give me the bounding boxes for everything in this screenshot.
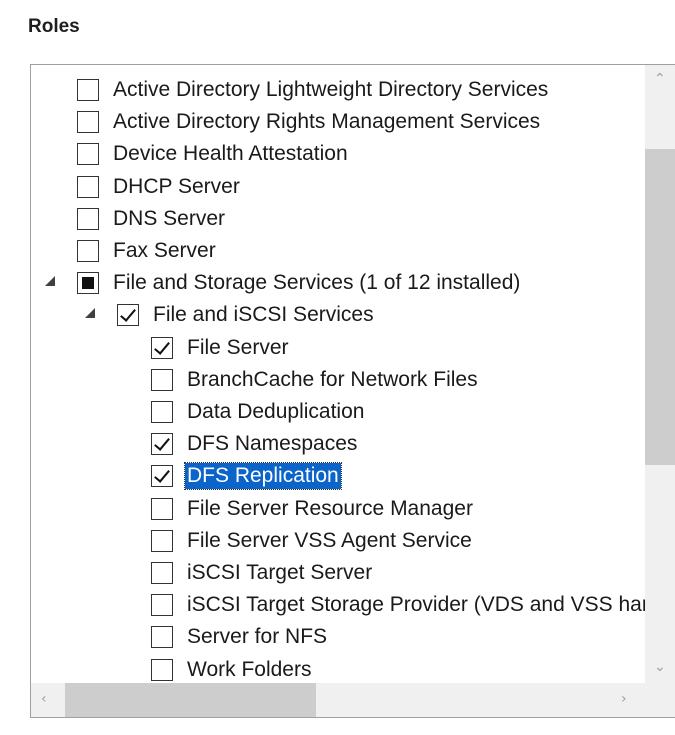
expand-collapse-icon[interactable] xyxy=(45,276,55,287)
expand-collapse-icon[interactable] xyxy=(85,308,95,319)
role-row[interactable]: Fax Server xyxy=(31,236,645,268)
role-checkbox[interactable] xyxy=(77,79,99,101)
role-row[interactable]: Work Folders xyxy=(31,655,645,683)
horizontal-scroll-thumb[interactable] xyxy=(65,683,316,717)
role-checkbox[interactable] xyxy=(151,562,173,584)
role-row[interactable]: Active Directory Lightweight Directory S… xyxy=(31,75,645,107)
role-row[interactable]: File Server Resource Manager xyxy=(31,494,645,526)
role-checkbox[interactable] xyxy=(77,207,99,230)
role-row[interactable]: Active Directory Rights Management Servi… xyxy=(31,107,645,139)
role-row[interactable]: DFS Replication xyxy=(31,461,645,493)
role-checkbox[interactable] xyxy=(151,497,173,520)
role-label[interactable]: Active Directory Rights Management Servi… xyxy=(113,109,540,135)
role-checkbox[interactable] xyxy=(151,465,173,488)
role-label[interactable]: iSCSI Target Storage Provider (VDS and V… xyxy=(187,592,645,618)
role-checkbox[interactable] xyxy=(77,111,99,134)
role-checkbox[interactable] xyxy=(77,240,99,262)
role-label[interactable]: Data Deduplication xyxy=(187,399,364,425)
role-checkbox[interactable] xyxy=(151,401,173,423)
role-label[interactable]: DFS Replication xyxy=(184,462,342,491)
role-checkbox[interactable] xyxy=(151,336,173,359)
role-label[interactable]: Fax Server xyxy=(113,238,216,264)
role-row[interactable]: iSCSI Target Server xyxy=(31,558,645,590)
role-checkbox[interactable] xyxy=(77,272,99,295)
role-row[interactable]: File Server xyxy=(31,333,645,365)
roles-tree-list[interactable]: Active Directory Lightweight Directory S… xyxy=(30,64,675,718)
role-label[interactable]: File and Storage Services (1 of 12 insta… xyxy=(113,270,520,296)
role-checkbox[interactable] xyxy=(151,433,173,456)
role-checkbox[interactable] xyxy=(151,368,173,391)
role-checkbox[interactable] xyxy=(77,175,99,198)
role-label[interactable]: Active Directory Lightweight Directory S… xyxy=(113,77,548,103)
role-row[interactable]: Device Health Attestation xyxy=(31,139,645,171)
role-label[interactable]: File and iSCSI Services xyxy=(153,302,374,328)
role-row[interactable]: BranchCache for Network Files xyxy=(31,365,645,397)
roles-heading: Roles xyxy=(28,16,80,37)
role-label[interactable]: DFS Namespaces xyxy=(187,431,357,457)
role-row[interactable]: iSCSI Target Storage Provider (VDS and V… xyxy=(31,590,645,622)
role-row[interactable]: DNS Server xyxy=(31,204,645,236)
role-label[interactable]: iSCSI Target Server xyxy=(187,560,372,586)
role-row[interactable]: Data Deduplication xyxy=(31,397,645,429)
role-label[interactable]: File Server xyxy=(187,335,289,361)
role-checkbox[interactable] xyxy=(151,594,173,617)
role-checkbox[interactable] xyxy=(151,658,173,681)
scroll-up-icon[interactable]: ⌃ xyxy=(654,71,666,87)
horizontal-scrollbar[interactable]: ‹ › xyxy=(31,683,645,717)
vertical-scroll-thumb[interactable] xyxy=(645,149,675,465)
role-row[interactable]: DHCP Server xyxy=(31,172,645,204)
scroll-down-icon[interactable]: ⌄ xyxy=(654,659,666,675)
role-checkbox[interactable] xyxy=(151,529,173,552)
role-label[interactable]: BranchCache for Network Files xyxy=(187,367,478,393)
role-label[interactable]: Work Folders xyxy=(187,657,311,683)
role-checkbox[interactable] xyxy=(77,143,99,166)
roles-tree-viewport: Active Directory Lightweight Directory S… xyxy=(31,65,645,683)
role-label[interactable]: DHCP Server xyxy=(113,174,240,200)
scrollbar-corner xyxy=(645,683,675,717)
role-checkbox[interactable] xyxy=(151,626,173,649)
role-row[interactable]: File Server VSS Agent Service xyxy=(31,526,645,558)
role-label[interactable]: File Server Resource Manager xyxy=(187,496,473,522)
role-label[interactable]: File Server VSS Agent Service xyxy=(187,528,472,554)
role-row[interactable]: DFS Namespaces xyxy=(31,429,645,461)
role-row[interactable]: File and Storage Services (1 of 12 insta… xyxy=(31,268,645,300)
vertical-scrollbar[interactable]: ⌃ ⌄ xyxy=(645,65,675,683)
role-label[interactable]: DNS Server xyxy=(113,206,225,232)
scroll-right-icon[interactable]: › xyxy=(621,691,627,707)
role-row[interactable]: File and iSCSI Services xyxy=(31,300,645,332)
role-row[interactable]: Server for NFS xyxy=(31,622,645,654)
role-label[interactable]: Server for NFS xyxy=(187,624,327,650)
role-label[interactable]: Device Health Attestation xyxy=(113,141,348,167)
role-checkbox[interactable] xyxy=(117,304,139,327)
scroll-left-icon[interactable]: ‹ xyxy=(41,691,47,707)
